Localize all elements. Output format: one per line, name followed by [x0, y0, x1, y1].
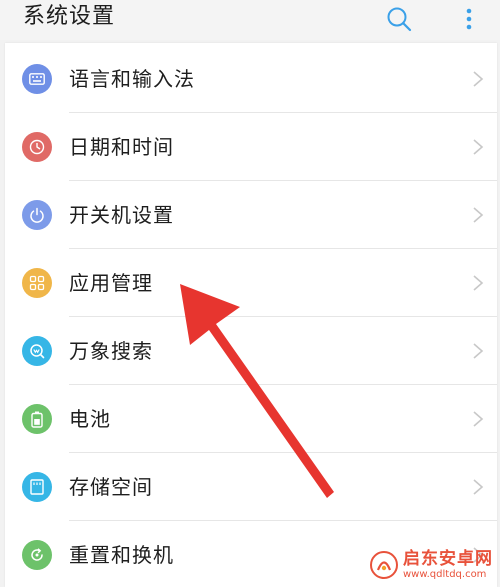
watermark-url: www.qdltdq.com	[403, 568, 487, 580]
page-title: 系统设置	[23, 4, 116, 29]
more-vertical-icon	[466, 8, 472, 30]
clock-icon	[22, 132, 52, 162]
watermark-title: 启东安卓网	[403, 548, 493, 569]
more-options-button[interactable]	[452, 3, 486, 35]
search-button[interactable]	[382, 3, 416, 35]
chevron-right-icon	[473, 343, 484, 359]
watermark-logo-icon	[370, 551, 398, 579]
settings-item-label: 开关机设置	[69, 203, 174, 227]
chevron-right-icon	[473, 207, 484, 223]
chevron-right-icon	[473, 479, 484, 495]
settings-item-label: 日期和时间	[69, 135, 174, 159]
settings-item-label: 重置和换机	[69, 543, 174, 567]
reset-icon	[22, 540, 52, 570]
search-circle-icon	[22, 336, 52, 366]
settings-item-label: 万象搜索	[69, 339, 153, 363]
watermark: 启东安卓网 www.qdltdq.com	[370, 545, 498, 585]
settings-list: 语言和输入法 日期和时间 开关机设置 应用管理 万象搜索 电池 存储空间 重置和…	[5, 43, 497, 587]
search-icon	[387, 7, 412, 32]
chevron-right-icon	[473, 411, 484, 427]
chevron-right-icon	[473, 275, 484, 291]
chevron-right-icon	[473, 139, 484, 155]
settings-item-language-input[interactable]: 语言和输入法	[5, 45, 497, 113]
storage-icon	[22, 472, 52, 502]
settings-item-label: 电池	[69, 407, 111, 431]
settings-item-label: 应用管理	[69, 271, 153, 295]
settings-item-storage[interactable]: 存储空间	[5, 453, 497, 521]
keyboard-icon	[22, 64, 52, 94]
settings-item-battery[interactable]: 电池	[5, 385, 497, 453]
apps-grid-icon	[22, 268, 52, 298]
settings-item-label: 语言和输入法	[69, 67, 195, 91]
power-icon	[22, 200, 52, 230]
chevron-right-icon	[473, 71, 484, 87]
settings-item-universal-search[interactable]: 万象搜索	[5, 317, 497, 385]
settings-item-label: 存储空间	[69, 475, 153, 499]
settings-item-app-management[interactable]: 应用管理	[5, 249, 497, 317]
battery-icon	[22, 404, 52, 434]
app-header: 系统设置	[0, 0, 500, 40]
settings-item-power-schedule[interactable]: 开关机设置	[5, 181, 497, 249]
settings-item-date-time[interactable]: 日期和时间	[5, 113, 497, 181]
